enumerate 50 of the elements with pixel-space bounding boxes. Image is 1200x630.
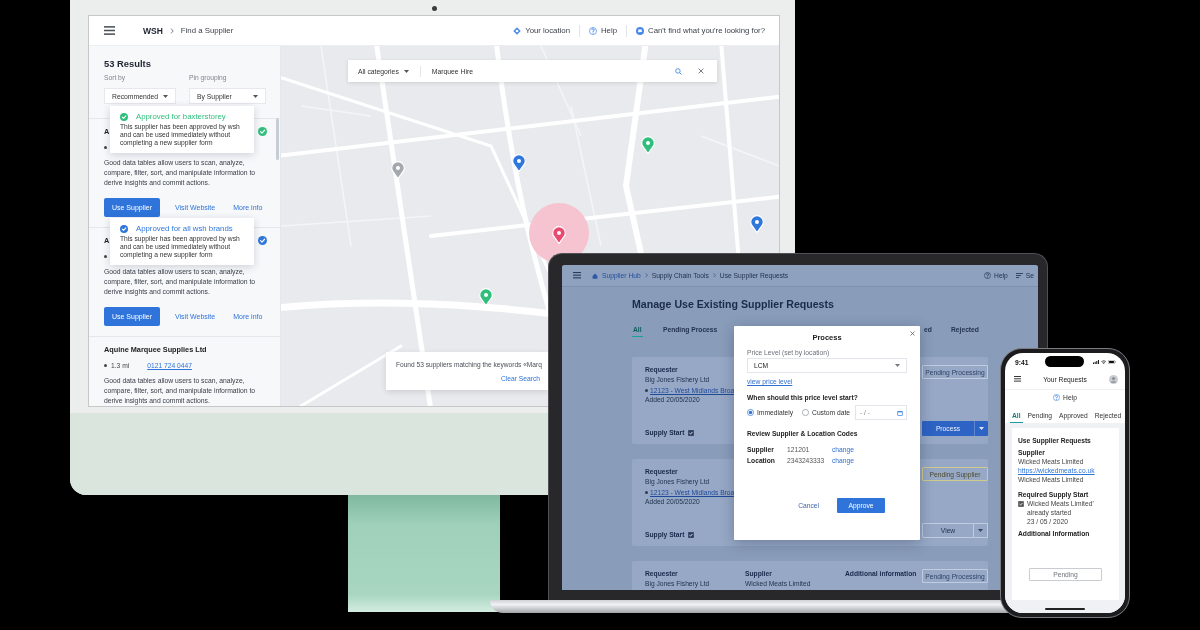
camera-icon — [432, 6, 437, 11]
location-dot-icon — [645, 388, 648, 392]
chevron-icon — [712, 273, 716, 278]
chat-icon[interactable] — [636, 26, 645, 35]
radio-button[interactable] — [802, 409, 810, 416]
caret-icon — [978, 529, 983, 532]
menu-icon[interactable] — [1014, 376, 1021, 382]
map-pin-icon[interactable] — [552, 226, 566, 244]
results-count: 53 Results — [104, 58, 151, 70]
caret-icon — [403, 69, 409, 73]
location-icon[interactable] — [513, 26, 522, 35]
map-pin-icon[interactable] — [391, 161, 405, 179]
checkbox[interactable] — [688, 429, 695, 436]
list-icon[interactable] — [1015, 272, 1023, 279]
calendar-icon[interactable] — [897, 409, 903, 416]
brand-logo[interactable]: WSH — [143, 25, 163, 36]
page-title: Manage Use Existing Supplier Requests — [632, 298, 834, 310]
checkbox[interactable] — [1018, 500, 1024, 507]
map-pin-icon[interactable] — [512, 154, 526, 172]
radio-button[interactable] — [747, 409, 754, 416]
location-dot-icon — [104, 145, 107, 149]
help-icon[interactable] — [589, 26, 597, 35]
location-dot-icon — [104, 363, 107, 367]
location-dot-icon — [104, 254, 107, 258]
chevron-icon — [644, 273, 648, 278]
caret-icon — [895, 364, 900, 367]
caret-icon — [253, 94, 258, 98]
map-pin-icon[interactable] — [750, 215, 764, 233]
location-dot-icon — [645, 490, 648, 494]
avatar-icon[interactable] — [1109, 374, 1118, 384]
map-pin-icon[interactable] — [479, 288, 493, 306]
map-pin-icon[interactable] — [641, 136, 655, 154]
help-icon[interactable] — [984, 272, 992, 279]
help-icon[interactable] — [1053, 394, 1061, 401]
battery-icon — [1108, 360, 1116, 364]
wifi-icon — [1100, 360, 1106, 364]
search-icon[interactable] — [675, 67, 682, 75]
close-icon[interactable] — [698, 68, 704, 74]
caret-icon — [163, 94, 168, 98]
dropdown-button[interactable] — [974, 523, 988, 538]
camera-cutout — [1045, 356, 1084, 367]
menu-icon[interactable] — [104, 26, 115, 35]
signal-icon — [1092, 360, 1099, 364]
close-icon[interactable] — [910, 331, 915, 336]
checkbox[interactable] — [688, 531, 695, 538]
caret-icon — [979, 427, 984, 430]
home-icon — [592, 272, 598, 279]
chevron-icon — [169, 27, 174, 34]
home-indicator — [1045, 607, 1085, 610]
dropdown-button[interactable] — [974, 421, 988, 436]
